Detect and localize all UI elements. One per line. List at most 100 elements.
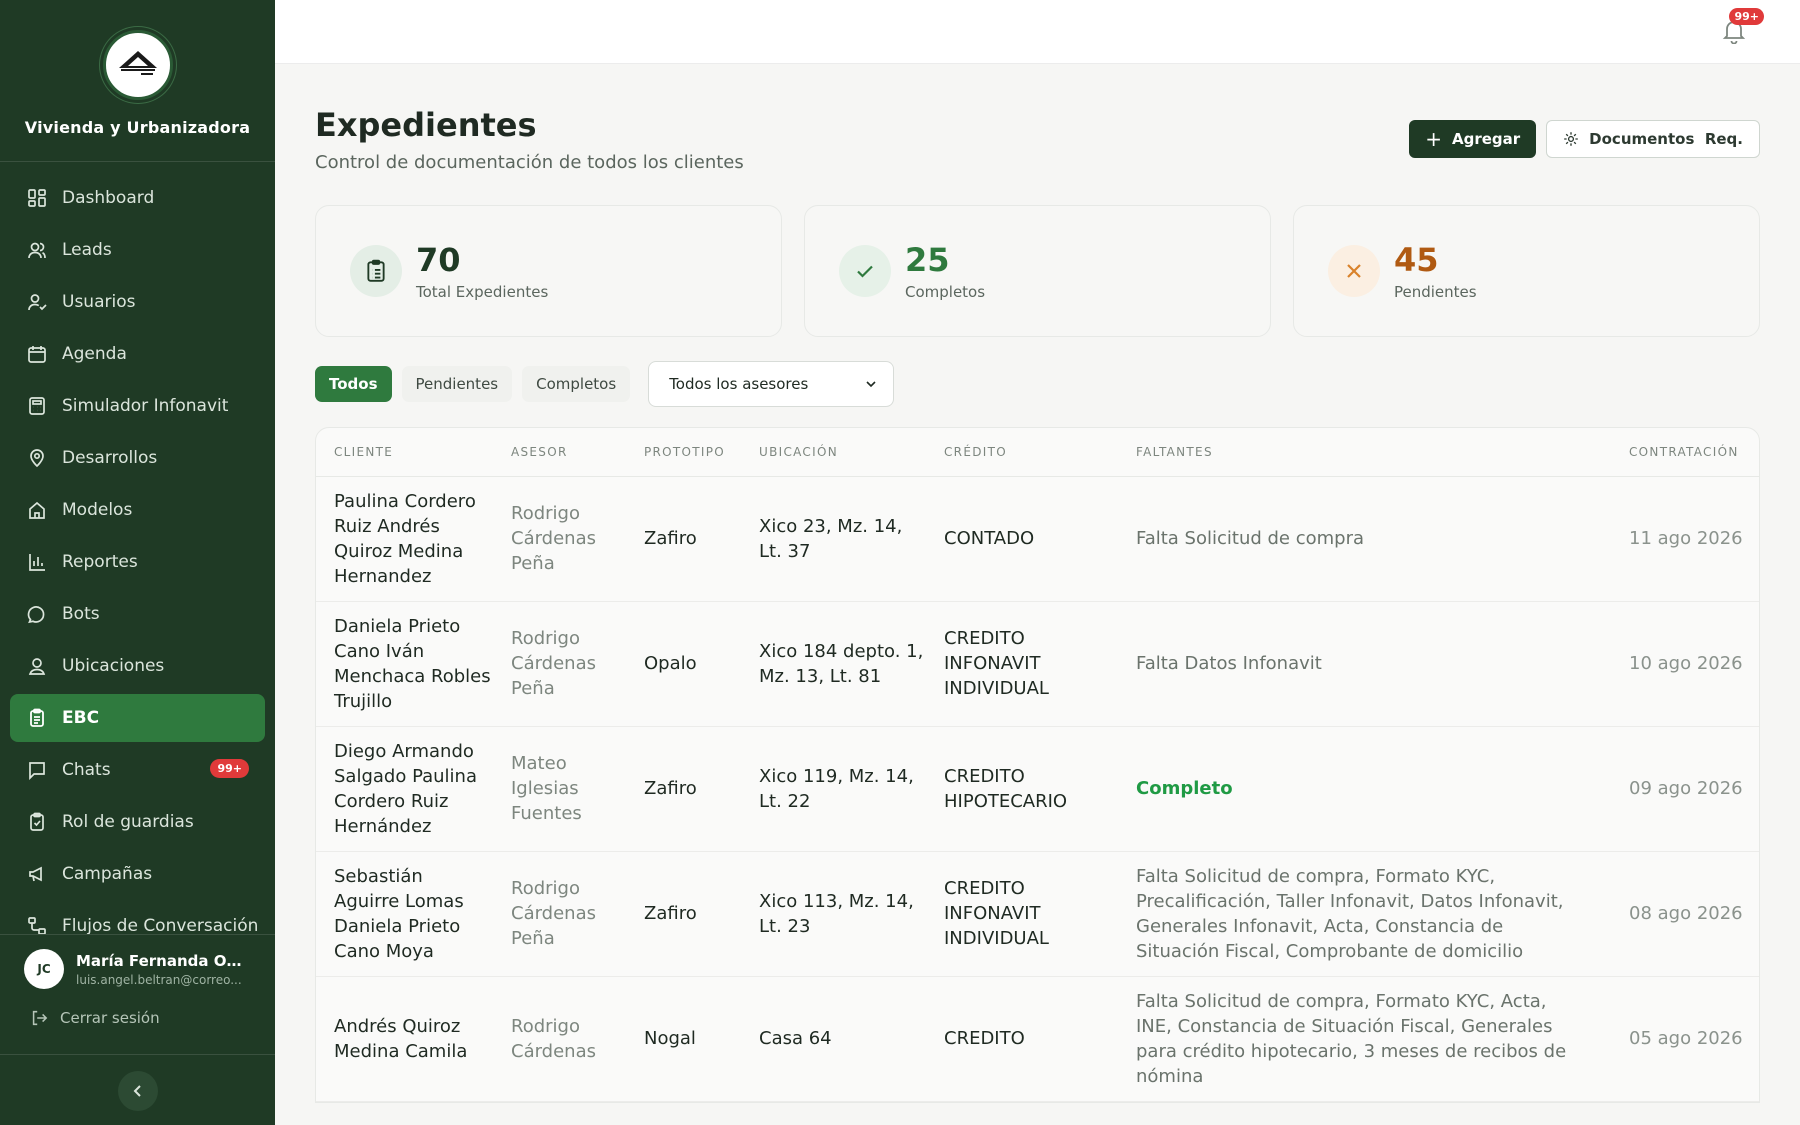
header-actions: + Agregar Documentos Req.: [1409, 120, 1760, 158]
column-header-contratacion[interactable]: CONTRATACIÓN: [1611, 428, 1759, 477]
sidebar-item-rol-de-guardias[interactable]: Rol de guardias: [10, 798, 265, 846]
filter-tab-todos[interactable]: Todos: [315, 366, 392, 402]
cell-contratacion: 11 ago 2026: [1611, 476, 1759, 602]
sidebar-item-simulador-infonavit[interactable]: Simulador Infonavit: [10, 382, 265, 430]
cell-cliente: Sebastián Aguirre Lomas Daniela Prieto C…: [316, 851, 493, 977]
user-profile[interactable]: JC María Fernanda Orte... luis.angel.bel…: [0, 935, 275, 989]
table-header-row: CLIENTE ASESOR PROTOTIPO UBICACIÓN CRÉDI…: [316, 428, 1759, 477]
chats-badge: 99+: [210, 759, 249, 778]
sidebar-item-modelos[interactable]: Modelos: [10, 486, 265, 534]
sidebar-item-dashboard[interactable]: Dashboard: [10, 174, 265, 222]
stat-total-label: Total Expedientes: [416, 283, 549, 301]
sidebar-item-campanas[interactable]: Campañas: [10, 850, 265, 898]
table-row[interactable]: Daniela Prieto Cano Iván Menchaca Robles…: [316, 601, 1759, 727]
avatar: JC: [24, 949, 64, 989]
cell-contratacion: 08 ago 2026: [1611, 851, 1759, 977]
x-icon: [1328, 245, 1380, 297]
stat-total-value: 70: [416, 241, 461, 279]
calculator-icon: [26, 395, 48, 417]
column-header-ubicacion[interactable]: UBICACIÓN: [741, 428, 926, 477]
column-header-cliente[interactable]: CLIENTE: [316, 428, 493, 477]
expedientes-table: CLIENTE ASESOR PROTOTIPO UBICACIÓN CRÉDI…: [315, 427, 1760, 1103]
filter-tab-pendientes[interactable]: Pendientes: [401, 366, 513, 402]
filter-tab-completos[interactable]: Completos: [522, 366, 631, 402]
sidebar-item-ubicaciones[interactable]: Ubicaciones: [10, 642, 265, 690]
sidebar-item-label: EBC: [62, 708, 100, 728]
stat-card-completos: 25 Completos: [804, 205, 1271, 337]
sidebar-item-label: Chats: [62, 760, 111, 780]
cell-cliente: Paulina Cordero Ruiz Andrés Quiroz Medin…: [316, 476, 493, 602]
sidebar-item-ebc[interactable]: EBC: [10, 694, 265, 742]
column-header-faltantes[interactable]: FALTANTES: [1118, 428, 1611, 477]
required-documents-label: Documentos Req.: [1589, 130, 1743, 148]
clipboard-icon: [26, 707, 48, 729]
table-row[interactable]: Sebastián Aguirre Lomas Daniela Prieto C…: [316, 851, 1759, 977]
table-row[interactable]: Diego Armando Salgado Paulina Cordero Ru…: [316, 726, 1759, 852]
sidebar-item-agenda[interactable]: Agenda: [10, 330, 265, 378]
stat-completos-label: Completos: [905, 283, 986, 301]
cell-ubicacion: Xico 184 depto. 1, Mz. 13, Lt. 81: [741, 601, 926, 727]
bar-chart-icon: [26, 551, 48, 573]
cell-credito: CREDITO INFONAVIT INDIVIDUAL: [926, 601, 1118, 727]
brand: Vivienda y Urbanizadora: [0, 0, 275, 162]
clipboard-list-icon: [350, 245, 402, 297]
cell-ubicacion: Xico 113, Mz. 14, Lt. 23: [741, 851, 926, 977]
chevron-down-icon: [866, 381, 876, 388]
add-button[interactable]: + Agregar: [1409, 120, 1537, 158]
logout-icon: [30, 1009, 48, 1027]
sidebar-item-label: Rol de guardias: [62, 812, 194, 832]
column-header-prototipo[interactable]: PROTOTIPO: [626, 428, 741, 477]
cell-prototipo: Opalo: [626, 601, 741, 727]
table-row[interactable]: Andrés Quiroz Medina Camila Rodrigo Cárd…: [316, 976, 1759, 1102]
sidebar-item-chats[interactable]: Chats 99+: [10, 746, 265, 794]
chevron-left-icon: [133, 1085, 141, 1097]
sidebar-item-label: Flujos de Conversación: [62, 916, 259, 934]
brand-logo[interactable]: [102, 30, 173, 100]
megaphone-icon: [26, 863, 48, 885]
add-button-label: Agregar: [1451, 130, 1521, 148]
sidebar-item-label: Usuarios: [62, 292, 136, 312]
required-documents-button[interactable]: Documentos Req.: [1546, 120, 1760, 158]
cell-faltantes: Falta Solicitud de compra: [1118, 476, 1611, 602]
topbar: 99+: [275, 0, 1800, 64]
sidebar-item-desarrollos[interactable]: Desarrollos: [10, 434, 265, 482]
plus-icon: +: [1425, 127, 1442, 151]
workflow-icon: [26, 915, 48, 934]
sidebar-nav: Dashboard Leads Usuarios Agenda Simulado…: [10, 174, 265, 934]
sidebar-item-label: Leads: [62, 240, 112, 260]
cell-contratacion: 10 ago 2026: [1611, 601, 1759, 727]
cell-credito: CREDITO: [926, 976, 1118, 1102]
sidebar-item-label: Desarrollos: [62, 448, 158, 468]
cell-asesor: Rodrigo Cárdenas Peña: [493, 601, 626, 727]
table-row[interactable]: Paulina Cordero Ruiz Andrés Quiroz Medin…: [316, 476, 1759, 602]
sidebar-item-flujos-de-conversacion[interactable]: Flujos de Conversación: [10, 902, 265, 934]
sidebar-item-label: Campañas: [62, 864, 153, 884]
check-icon: [839, 245, 891, 297]
sidebar-item-reportes[interactable]: Reportes: [10, 538, 265, 586]
cell-asesor: Rodrigo Cárdenas: [493, 976, 626, 1102]
user-email: luis.angel.beltran@correo...: [76, 972, 242, 987]
column-header-credito[interactable]: CRÉDITO: [926, 428, 1118, 477]
user-name: María Fernanda Orte...: [76, 951, 248, 970]
cell-cliente: Daniela Prieto Cano Iván Menchaca Robles…: [316, 601, 493, 727]
house-icon: [26, 499, 48, 521]
cell-faltantes: Falta Solicitud de compra, Formato KYC, …: [1118, 851, 1611, 977]
users-icon: [26, 239, 48, 261]
stats-row: 70 Total Expedientes 25 Completos 45 Pen…: [315, 205, 1760, 337]
user-check-icon: [26, 291, 48, 313]
collapse-sidebar-button[interactable]: [118, 1071, 158, 1111]
asesor-select[interactable]: Todos los asesores: [648, 361, 895, 407]
sidebar-item-usuarios[interactable]: Usuarios: [10, 278, 265, 326]
cell-faltantes: Falta Solicitud de compra, Formato KYC, …: [1118, 976, 1611, 1102]
sidebar-item-bots[interactable]: Bots: [10, 590, 265, 638]
logout-button[interactable]: Cerrar sesión: [0, 989, 275, 1027]
sidebar-item-label: Reportes: [62, 552, 138, 572]
stat-pendientes-label: Pendientes: [1394, 283, 1477, 301]
column-header-asesor[interactable]: ASESOR: [493, 428, 626, 477]
notification-badge: 99+: [1729, 8, 1764, 25]
cell-asesor: Rodrigo Cárdenas Peña: [493, 476, 626, 602]
cell-ubicacion: Xico 119, Mz. 14, Lt. 22: [741, 726, 926, 852]
cell-cliente: Andrés Quiroz Medina Camila: [316, 976, 493, 1102]
sidebar: Vivienda y Urbanizadora Dashboard Leads …: [0, 0, 275, 1125]
sidebar-item-leads[interactable]: Leads: [10, 226, 265, 274]
